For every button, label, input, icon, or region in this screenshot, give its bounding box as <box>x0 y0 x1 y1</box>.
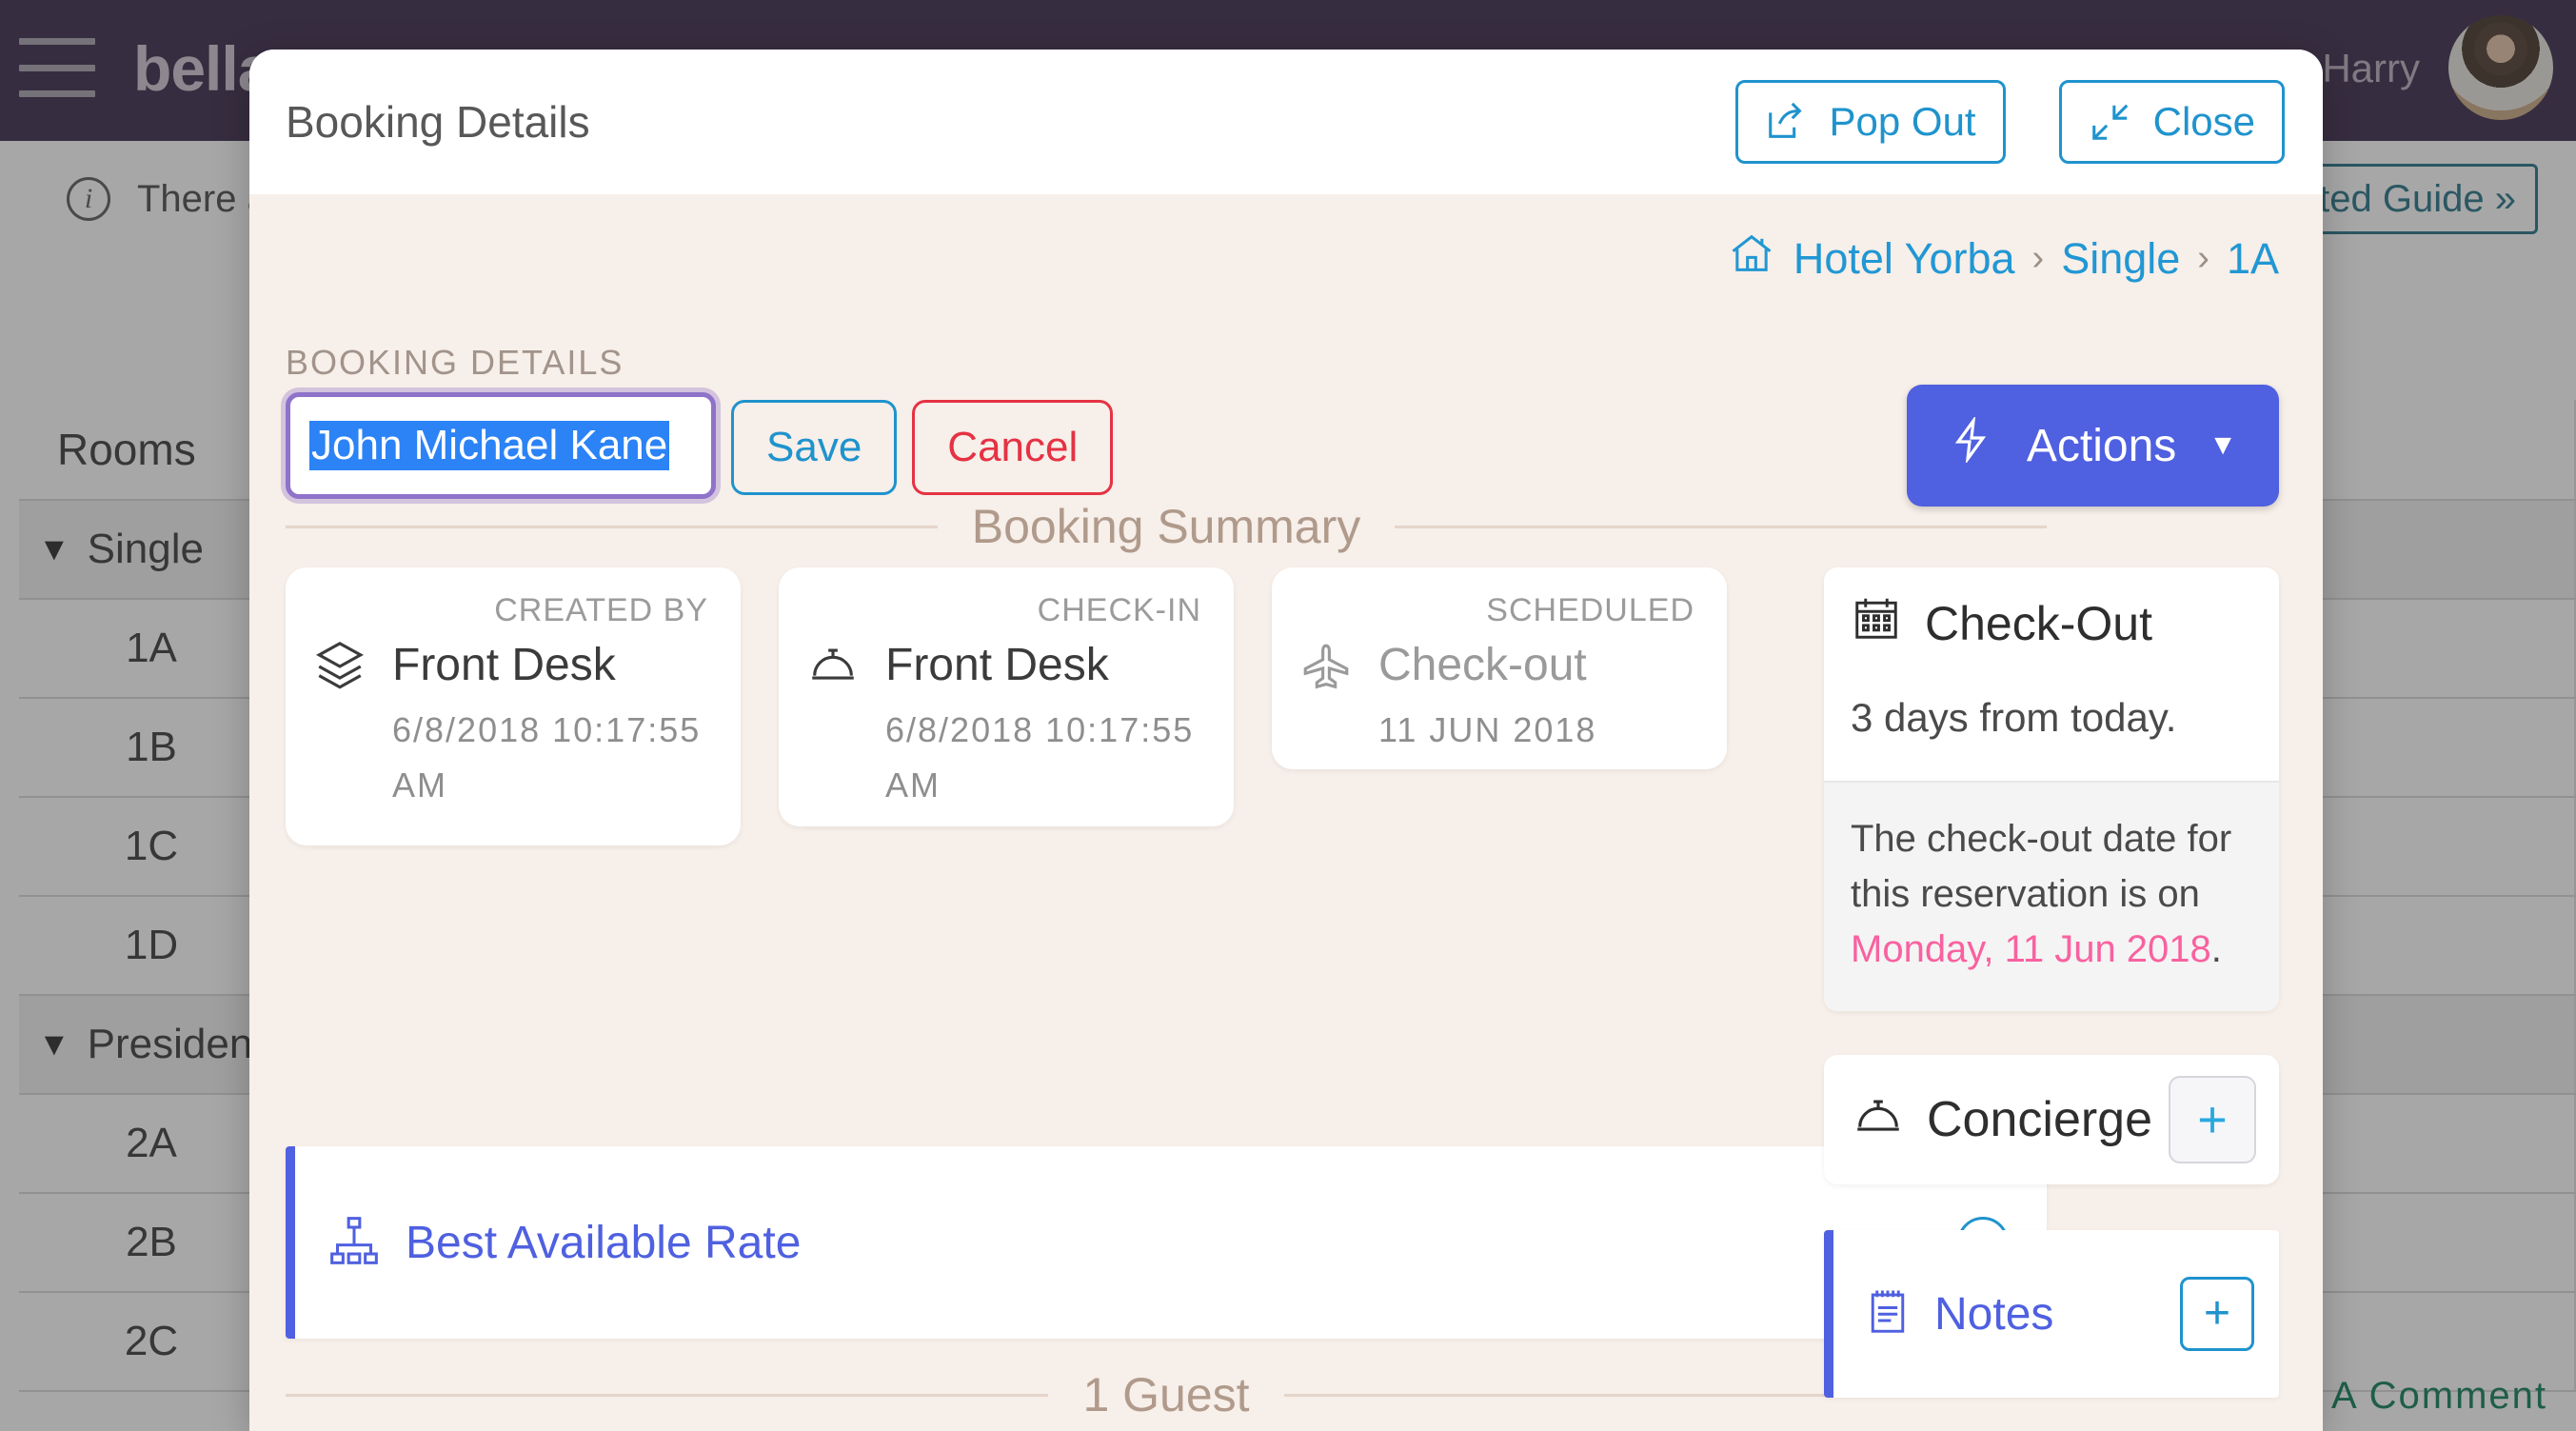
breadcrumb-item-roomtype[interactable]: Single <box>2061 234 2180 284</box>
cancel-button[interactable]: Cancel <box>912 400 1114 495</box>
check-out-note-suffix: . <box>2210 928 2222 970</box>
modal-title: Booking Details <box>286 97 590 147</box>
breadcrumb-separator: › <box>2031 238 2045 278</box>
concierge-panel: Concierge + <box>1824 1055 2279 1184</box>
summary-cards: CREATED BY Front Desk 6/8/2018 10:17:55 … <box>286 567 1727 845</box>
card-sub-value: 6/8/2018 10:17:55 AM <box>392 710 702 805</box>
modal-body: Hotel Yorba › Single › 1A BOOKING DETAIL… <box>249 194 2323 1431</box>
breadcrumb-item-hotel[interactable]: Hotel Yorba <box>1793 234 2015 284</box>
check-out-note-prefix: The check-out date for this reservation … <box>1851 818 2232 915</box>
concierge-title: Concierge <box>1927 1092 2153 1147</box>
booking-summary-title: Booking Summary <box>971 500 1361 553</box>
summary-card-check-in: CHECK-IN Front Desk 6/8/2018 10:17:55 AM <box>779 567 1234 826</box>
check-out-relative: 3 days from today. <box>1851 695 2177 740</box>
bell-icon <box>1851 1090 1906 1150</box>
bell-icon <box>805 639 861 699</box>
chevron-down-icon: ▼ <box>2209 429 2237 461</box>
pop-out-label: Pop Out <box>1829 99 1976 144</box>
check-out-note: The check-out date for this reservation … <box>1824 781 2279 1011</box>
lightning-icon <box>1949 415 1994 474</box>
add-note-button[interactable]: + <box>2180 1277 2254 1351</box>
actions-button[interactable]: Actions ▼ <box>1906 385 2279 507</box>
card-main-value: Check-out <box>1378 640 1587 690</box>
close-button[interactable]: Close <box>2058 80 2285 164</box>
breadcrumb-item-room[interactable]: 1A <box>2227 234 2279 284</box>
card-sub-value: 11 JUN 2018 <box>1378 710 1597 749</box>
check-out-panel: Check-Out 3 days from today. The check-o… <box>1824 567 2279 1011</box>
modal-header: Booking Details Pop Out Close <box>249 50 2323 194</box>
booking-name-edit-row: John Michael Kane Save Cancel <box>286 392 1114 499</box>
home-icon[interactable] <box>1727 229 1776 288</box>
pop-out-icon <box>1765 100 1809 144</box>
notes-title: Notes <box>1934 1288 2054 1340</box>
collapse-icon <box>2089 100 2132 144</box>
booking-name-input[interactable]: John Michael Kane <box>286 392 716 499</box>
summary-card-created-by: CREATED BY Front Desk 6/8/2018 10:17:55 … <box>286 567 741 845</box>
card-caption: CREATED BY <box>494 592 708 628</box>
guest-count-title: 1 Guest <box>1082 1368 1250 1421</box>
divider-line <box>1395 525 2047 528</box>
modal-header-buttons: Pop Out Close <box>1734 80 2324 164</box>
layers-icon <box>312 639 367 699</box>
calendar-icon <box>1851 592 1902 655</box>
card-sub-value: 6/8/2018 10:17:55 AM <box>885 710 1195 805</box>
divider-line <box>286 1393 1049 1397</box>
sitemap-icon <box>327 1214 381 1272</box>
section-label: BOOKING DETAILS <box>286 343 624 382</box>
card-main-value: Front Desk <box>392 640 616 690</box>
summary-card-scheduled-checkout: SCHEDULED Check-out 11 JUN 2018 <box>1272 567 1727 769</box>
breadcrumb: Hotel Yorba › Single › 1A <box>1727 229 2279 288</box>
guest-count-divider: 1 Guest <box>286 1367 2048 1422</box>
check-out-header: Check-Out <box>1824 567 2279 674</box>
check-out-note-date: Monday, 11 Jun 2018 <box>1851 928 2211 970</box>
actions-label: Actions <box>2026 420 2177 471</box>
booking-details-modal: Booking Details Pop Out Close Hotel Yorb… <box>249 50 2323 1431</box>
booking-summary-divider: Booking Summary <box>286 499 2047 554</box>
card-caption: SCHEDULED <box>1486 592 1694 628</box>
pop-out-button[interactable]: Pop Out <box>1734 80 2006 164</box>
card-main-value: Front Desk <box>885 640 1109 690</box>
card-caption: CHECK-IN <box>1037 592 1201 628</box>
close-label: Close <box>2152 99 2255 144</box>
divider-line <box>286 525 938 528</box>
right-rail: Check-Out 3 days from today. The check-o… <box>1824 567 2279 1398</box>
save-button[interactable]: Save <box>731 400 898 495</box>
notepad-icon <box>1862 1286 1913 1342</box>
plane-icon <box>1298 639 1354 699</box>
rate-plan-bar[interactable]: Best Available Rate i <box>286 1146 2047 1339</box>
rate-plan-label: Best Available Rate <box>406 1217 802 1268</box>
check-out-title: Check-Out <box>1925 597 2152 650</box>
notes-panel: Notes + <box>1824 1230 2279 1398</box>
add-concierge-button[interactable]: + <box>2169 1076 2256 1163</box>
breadcrumb-separator: › <box>2197 238 2209 278</box>
booking-name-value: John Michael Kane <box>309 420 670 471</box>
